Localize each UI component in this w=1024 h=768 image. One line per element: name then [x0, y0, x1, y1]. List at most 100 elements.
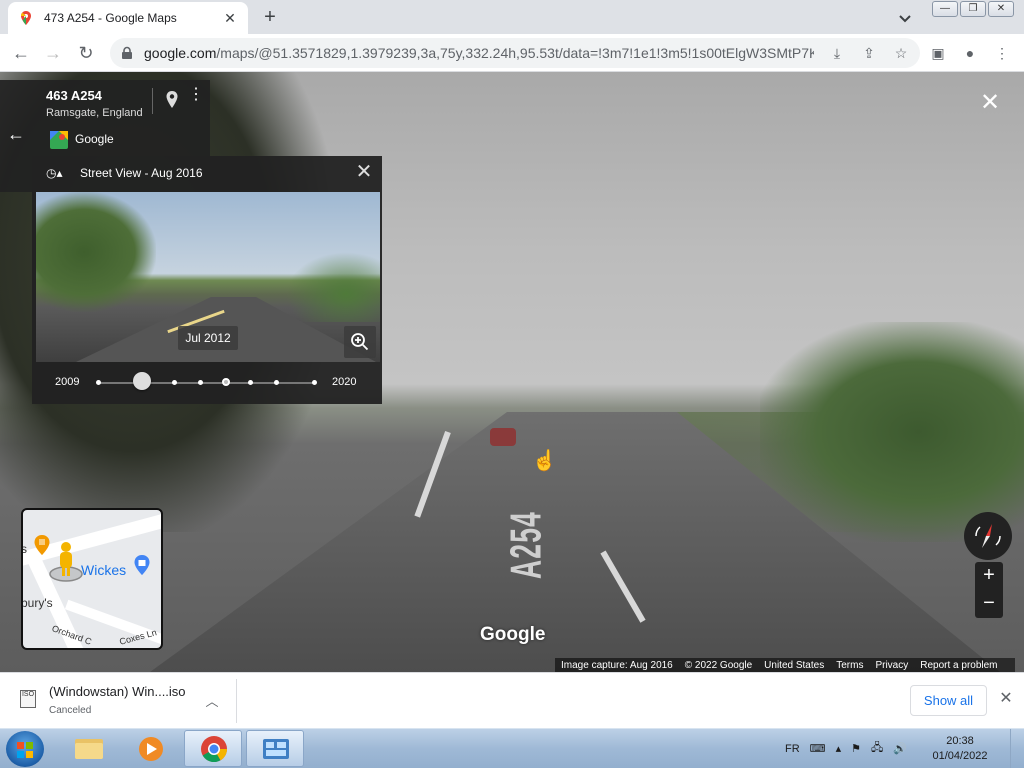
- history-clock-icon[interactable]: ◷▴: [46, 166, 68, 182]
- show-desktop-button[interactable]: [1010, 729, 1024, 768]
- time-panel-header: ◷▴ Street View - Aug 2016 ✕: [32, 156, 382, 190]
- install-app-icon[interactable]: ⤓: [828, 44, 846, 62]
- download-options-chevron-icon[interactable]: ︿: [204, 691, 220, 709]
- profile-avatar-icon[interactable]: ●: [960, 43, 980, 63]
- reload-icon[interactable]: ↻: [75, 42, 97, 64]
- show-all-downloads-button[interactable]: Show all: [910, 685, 987, 716]
- hand-cursor-icon: ☝: [532, 450, 557, 472]
- forward-arrow-icon[interactable]: →: [42, 42, 64, 64]
- timeline-track[interactable]: [98, 382, 316, 384]
- tab-close-icon[interactable]: ✕: [222, 10, 238, 27]
- new-tab-button[interactable]: +: [258, 6, 282, 30]
- download-bar: ISO (Windowstan) Win....iso Canceled ︿ S…: [0, 672, 1024, 728]
- tab-title: 473 A254 - Google Maps: [44, 11, 177, 25]
- google-maps-logo-icon: [50, 131, 68, 149]
- clock-time: 20:38: [946, 735, 974, 747]
- thumbnail-date: Jul 2012: [178, 326, 238, 350]
- close-street-view-icon[interactable]: ✕: [979, 91, 1001, 115]
- volume-icon[interactable]: 🔊: [893, 742, 907, 755]
- start-button[interactable]: [6, 731, 44, 767]
- timeline-stop[interactable]: [248, 380, 253, 385]
- control-panel-icon: [263, 739, 289, 759]
- place-subtitle: Ramsgate, England: [46, 107, 143, 119]
- keyboard-icon[interactable]: ⌨: [810, 742, 826, 755]
- magnifier-plus-icon: [351, 333, 369, 351]
- iso-file-icon: ISO: [20, 690, 36, 708]
- media-player-icon: [139, 737, 163, 761]
- close-download-bar-icon[interactable]: ✕: [998, 691, 1014, 707]
- lock-icon: [122, 46, 132, 59]
- back-to-map-button[interactable]: ←: [0, 80, 32, 192]
- timeline-slider-handle[interactable]: [133, 372, 151, 390]
- windows-logo-icon: [17, 742, 33, 758]
- road-marking-text: A254: [501, 511, 551, 579]
- zoom-in-magnifier-icon[interactable]: [344, 326, 376, 358]
- timeline-stop[interactable]: [96, 380, 101, 385]
- url-domain: google.com: [144, 45, 217, 61]
- url-text: google.com/maps/@51.3571829,1.3979239,3a…: [144, 45, 814, 61]
- download-filename[interactable]: (Windowstan) Win....iso: [49, 684, 186, 699]
- map-pin-icon[interactable]: [165, 90, 179, 110]
- chrome-taskbar-button[interactable]: [184, 730, 242, 767]
- language-indicator[interactable]: FR: [785, 743, 800, 755]
- minimize-window-button[interactable]: —: [932, 1, 958, 17]
- minimap-label: bury's: [21, 596, 53, 610]
- time-panel-close-icon[interactable]: ✕: [354, 162, 374, 182]
- divider: [236, 679, 237, 723]
- browser-toolbar: ← → ↻ google.com/maps/@51.3571829,1.3979…: [0, 34, 1024, 72]
- back-arrow-icon: ←: [7, 124, 25, 144]
- close-window-button[interactable]: ✕: [988, 1, 1014, 17]
- zoom-out-button[interactable]: −: [975, 590, 1003, 618]
- minimap-poi-label: Wickes: [81, 562, 127, 578]
- pegman-icon[interactable]: [49, 540, 83, 584]
- tab-google-maps[interactable]: 473 A254 - Google Maps ✕: [8, 2, 248, 34]
- taskbar-clock[interactable]: 20:38 01/04/2022: [930, 734, 990, 764]
- folder-icon: [75, 739, 103, 759]
- compass-icon[interactable]: [964, 512, 1012, 560]
- action-center-flag-icon[interactable]: ⚑: [851, 742, 861, 755]
- distant-car: [490, 428, 516, 446]
- report-problem-link[interactable]: Report a problem: [920, 660, 997, 671]
- street-view-panorama[interactable]: A254 Google ☝ ✕ ← 463 A254 Ramsgate, Eng…: [0, 72, 1024, 672]
- terms-link[interactable]: Terms: [836, 660, 863, 671]
- address-bar[interactable]: google.com/maps/@51.3571829,1.3979239,3a…: [110, 38, 920, 68]
- time-panel-title: Street View - Aug 2016: [80, 166, 203, 180]
- thumb-tree: [286, 252, 380, 322]
- timeline-current-stop[interactable]: [222, 378, 230, 386]
- side-panel-icon[interactable]: ▣: [928, 43, 948, 63]
- minimap[interactable]: s Wickes bury's Orchard C Coxes Ln: [21, 508, 163, 650]
- map-footer: Image capture: Aug 2016 © 2022 Google Un…: [555, 658, 1015, 672]
- network-icon[interactable]: 🖧: [871, 739, 883, 758]
- region-link[interactable]: United States: [764, 660, 824, 671]
- compass-needle-icon: [975, 524, 1001, 548]
- more-options-icon[interactable]: ⋮: [188, 87, 204, 103]
- browser-menu-icon[interactable]: ⋮: [992, 43, 1012, 63]
- timeline-stop[interactable]: [172, 380, 177, 385]
- tab-search-chevron-icon[interactable]: [895, 8, 915, 28]
- media-player-taskbar-button[interactable]: [122, 730, 180, 767]
- control-panel-taskbar-button[interactable]: [246, 730, 304, 767]
- zoom-controls: + −: [975, 562, 1003, 618]
- historic-imagery-thumbnail[interactable]: Jul 2012: [36, 192, 380, 362]
- url-path: /maps/@51.3571829,1.3979239,3a,75y,332.2…: [216, 45, 814, 61]
- back-arrow-icon[interactable]: ←: [10, 42, 32, 64]
- shopping-pin-icon[interactable]: [133, 554, 151, 576]
- privacy-link[interactable]: Privacy: [875, 660, 908, 671]
- file-explorer-taskbar-button[interactable]: [60, 730, 118, 767]
- show-hidden-icons-icon[interactable]: ▴: [836, 742, 842, 755]
- restore-window-button[interactable]: ❐: [960, 1, 986, 17]
- trees-right: [760, 322, 1024, 542]
- share-icon[interactable]: ⇪: [860, 44, 878, 62]
- timeline-stop[interactable]: [198, 380, 203, 385]
- thumb-tree: [36, 192, 156, 312]
- google-maps-favicon-icon: [21, 11, 31, 25]
- clock-date: 01/04/2022: [932, 750, 988, 762]
- zoom-in-button[interactable]: +: [975, 562, 1003, 590]
- bookmark-star-icon[interactable]: ☆: [892, 44, 910, 62]
- street-view-time-panel: ◷▴ Street View - Aug 2016 ✕ Jul 2012 200…: [32, 156, 382, 404]
- divider: [152, 88, 153, 114]
- windows-taskbar: FR ⌨ ▴ ⚑ 🖧 🔊 20:38 01/04/2022: [0, 728, 1024, 768]
- timeline-stop[interactable]: [312, 380, 317, 385]
- timeline-stop[interactable]: [274, 380, 279, 385]
- download-status: Canceled: [49, 705, 92, 716]
